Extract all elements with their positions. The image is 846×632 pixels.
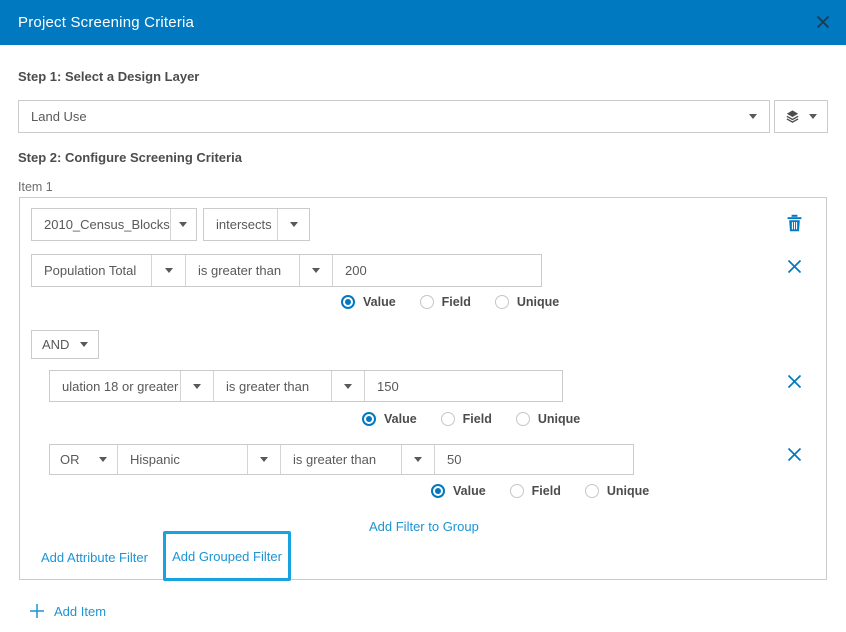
- add-grouped-filter-link[interactable]: Add Grouped Filter: [172, 549, 282, 564]
- radio-field[interactable]: [420, 295, 434, 309]
- chevron-down-icon: [260, 457, 268, 462]
- spatial-relationship-value: intersects: [204, 209, 277, 240]
- radio-field-label: Field: [442, 295, 471, 309]
- spatial-relationship-select[interactable]: intersects: [203, 208, 310, 241]
- x-icon: [787, 377, 802, 392]
- chevron-down-icon: [193, 384, 201, 389]
- filter1-mode-radios: Value Field Unique: [341, 295, 583, 309]
- chevron-down-icon: [414, 457, 422, 462]
- radio-value-label: Value: [453, 484, 486, 498]
- radio-unique[interactable]: [516, 412, 530, 426]
- radio-field[interactable]: [441, 412, 455, 426]
- radio-value-selected[interactable]: [341, 295, 355, 309]
- chevron-down-icon: [749, 114, 757, 119]
- remove-filter3-button[interactable]: [787, 447, 802, 462]
- group-operator-select[interactable]: AND: [31, 330, 99, 359]
- filter3-operator-select[interactable]: is greater than: [280, 445, 401, 474]
- remove-filter2-button[interactable]: [787, 374, 802, 389]
- radio-field[interactable]: [510, 484, 524, 498]
- filter2-mode-radios: Value Field Unique: [362, 412, 604, 426]
- filter2-value-input[interactable]: [365, 379, 562, 394]
- filter3-operator-caret[interactable]: [401, 445, 434, 474]
- filter1-field-select[interactable]: Population Total: [32, 255, 151, 286]
- remove-filter1-button[interactable]: [787, 259, 802, 274]
- radio-value-label: Value: [384, 412, 417, 426]
- radio-value-selected[interactable]: [431, 484, 445, 498]
- target-layer-value: 2010_Census_Blocks: [32, 209, 170, 240]
- filter1-operator-caret[interactable]: [299, 255, 332, 286]
- layer-list-button[interactable]: [774, 100, 828, 133]
- dialog-title: Project Screening Criteria: [18, 0, 194, 45]
- radio-unique-label: Unique: [538, 412, 580, 426]
- step1-label: Step 1: Select a Design Layer: [18, 69, 199, 84]
- item-1-label: Item 1: [18, 180, 53, 194]
- filter3-value-input[interactable]: [435, 452, 633, 467]
- radio-unique-label: Unique: [607, 484, 649, 498]
- radio-unique-label: Unique: [517, 295, 559, 309]
- chevron-down-icon: [809, 114, 817, 119]
- chevron-down-icon: [344, 384, 352, 389]
- chevron-down-icon: [165, 268, 173, 273]
- filter1-operator-select[interactable]: is greater than: [185, 255, 299, 286]
- close-icon[interactable]: [815, 14, 831, 30]
- chevron-down-icon: [179, 222, 187, 227]
- chevron-down-icon: [99, 457, 107, 462]
- radio-value-label: Value: [363, 295, 396, 309]
- filter2-operator-select[interactable]: is greater than: [213, 371, 331, 401]
- filter2-operator-caret[interactable]: [331, 371, 364, 401]
- design-layer-select[interactable]: Land Use: [18, 100, 770, 133]
- add-attribute-filter-link[interactable]: Add Attribute Filter: [41, 550, 148, 565]
- trash-icon: [786, 220, 803, 235]
- dialog-header: Project Screening Criteria: [0, 0, 846, 45]
- chevron-down-icon: [80, 342, 88, 347]
- radio-field-label: Field: [463, 412, 492, 426]
- project-screening-criteria-dialog: Project Screening Criteria Step 1: Selec…: [0, 0, 846, 632]
- filter1-field-caret[interactable]: [151, 255, 185, 286]
- x-icon: [787, 262, 802, 277]
- plus-icon: [29, 603, 45, 619]
- filter2-field-select[interactable]: ulation 18 or greater: [50, 371, 180, 401]
- step2-label: Step 2: Configure Screening Criteria: [18, 150, 242, 165]
- filter1-value-input[interactable]: [333, 263, 541, 278]
- chevron-down-icon: [312, 268, 320, 273]
- filter3-field-select[interactable]: Hispanic: [117, 445, 247, 474]
- add-item-button[interactable]: Add Item: [29, 603, 106, 619]
- add-filter-to-group-link[interactable]: Add Filter to Group: [369, 519, 479, 534]
- delete-item-button[interactable]: [786, 214, 803, 232]
- filter1-row: Population Total is greater than: [31, 254, 542, 287]
- filter2-field-caret[interactable]: [180, 371, 213, 401]
- filter2-row: ulation 18 or greater is greater than: [49, 370, 563, 402]
- layers-icon: [785, 109, 800, 124]
- filter3-field-caret[interactable]: [247, 445, 280, 474]
- filter3-mode-radios: Value Field Unique: [431, 484, 673, 498]
- radio-field-label: Field: [532, 484, 561, 498]
- add-grouped-filter-highlight: Add Grouped Filter: [163, 531, 291, 581]
- group-operator-value: AND: [42, 337, 69, 352]
- design-layer-value: Land Use: [31, 109, 87, 124]
- radio-value-selected[interactable]: [362, 412, 376, 426]
- target-layer-select[interactable]: 2010_Census_Blocks: [31, 208, 197, 241]
- chevron-down-icon: [290, 222, 298, 227]
- radio-unique[interactable]: [585, 484, 599, 498]
- filter3-logic-value: OR: [60, 452, 80, 467]
- filter3-logic-select[interactable]: OR: [50, 445, 117, 474]
- add-item-label: Add Item: [54, 604, 106, 619]
- radio-unique[interactable]: [495, 295, 509, 309]
- item-1-panel: 2010_Census_Blocks intersects Population…: [19, 197, 827, 580]
- filter3-row: OR Hispanic is greater than: [49, 444, 634, 475]
- x-icon: [787, 450, 802, 465]
